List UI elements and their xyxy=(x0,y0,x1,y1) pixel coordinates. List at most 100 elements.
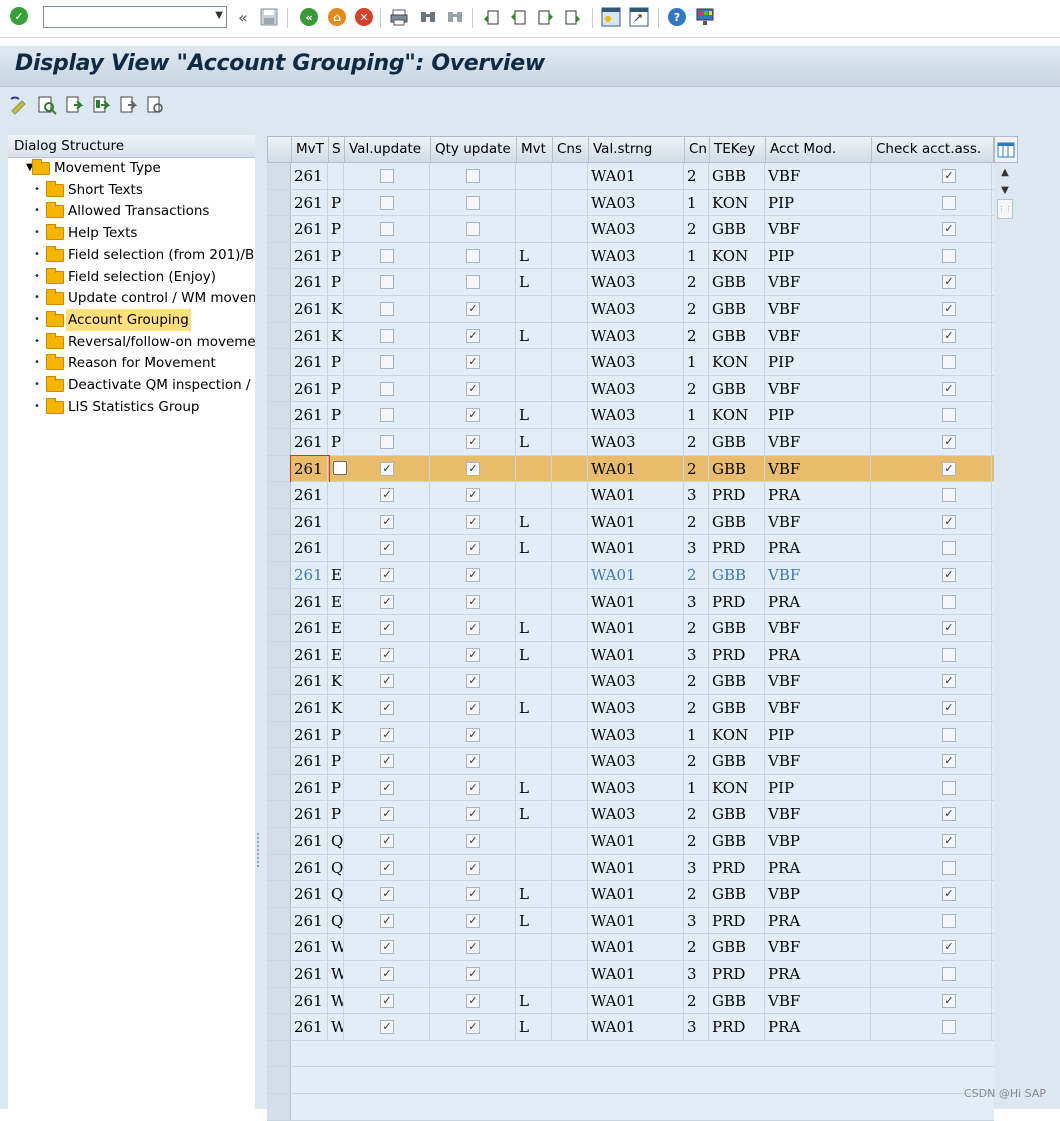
checkbox-checked[interactable]: ✓ xyxy=(466,541,480,556)
checkbox-checked[interactable]: ✓ xyxy=(466,594,480,609)
command-field[interactable]: ▼ xyxy=(43,6,227,28)
column-header[interactable]: S xyxy=(329,137,345,162)
table-row[interactable]: 261 K ✓ ✓ WA03 2 GBB VBF ✓ xyxy=(267,668,994,695)
row-selector[interactable] xyxy=(267,801,291,827)
row-selector[interactable] xyxy=(267,349,291,375)
print-icon[interactable] xyxy=(389,7,409,27)
table-row[interactable]: 261 E ✓ ✓ WA01 3 PRD PRA xyxy=(267,588,994,616)
checkbox-unchecked[interactable] xyxy=(380,381,394,396)
row-selector[interactable] xyxy=(267,615,291,641)
checkbox-checked[interactable]: ✓ xyxy=(380,701,394,715)
help-icon[interactable]: ? xyxy=(667,7,687,27)
display-change-icon[interactable] xyxy=(9,95,29,115)
checkbox-checked[interactable]: ✓ xyxy=(466,834,480,848)
checkbox-unchecked[interactable] xyxy=(380,328,394,343)
checkbox-checked[interactable]: ✓ xyxy=(466,913,480,928)
table-row[interactable]: 261 P ✓ L WA03 2 GBB VBF ✓ xyxy=(267,429,994,456)
checkbox-checked[interactable]: ✓ xyxy=(942,701,956,715)
find-next-icon[interactable] xyxy=(445,7,465,27)
checkbox-unchecked[interactable] xyxy=(380,355,394,370)
row-selector[interactable] xyxy=(267,189,291,216)
checkbox-unchecked[interactable] xyxy=(942,488,956,503)
checkbox-unchecked[interactable] xyxy=(942,967,956,981)
table-row[interactable]: 261 WA01 2 GBB VBF ✓ xyxy=(267,163,994,190)
tree-item[interactable]: • Update control / WM movem xyxy=(8,287,255,309)
row-selector[interactable] xyxy=(267,854,291,881)
checkbox-unchecked[interactable] xyxy=(380,302,394,316)
checkbox-checked[interactable]: ✓ xyxy=(466,887,480,902)
cell-mvt[interactable]: 261 xyxy=(291,455,328,482)
checkbox-checked[interactable]: ✓ xyxy=(466,993,480,1008)
checkbox-unchecked[interactable] xyxy=(466,195,480,210)
table-row[interactable]: 261 K ✓ WA03 2 GBB VBF ✓ xyxy=(267,296,994,323)
row-selector[interactable] xyxy=(267,961,291,987)
row-selector[interactable] xyxy=(267,269,291,295)
back-icon[interactable]: « xyxy=(299,7,319,27)
row-selector[interactable] xyxy=(267,1040,291,1067)
checkbox-unchecked[interactable] xyxy=(466,248,480,263)
checkbox-checked[interactable]: ✓ xyxy=(380,647,394,662)
table-row[interactable]: 261 Q ✓ ✓ WA01 2 GBB VBP ✓ xyxy=(267,828,994,855)
checkbox-checked[interactable]: ✓ xyxy=(466,674,480,689)
table-row[interactable]: 261 P ✓ L WA03 1 KON PIP xyxy=(267,402,994,429)
table-row[interactable]: 261 P ✓ ✓ WA03 1 KON PIP xyxy=(267,721,994,749)
checkbox-checked[interactable]: ✓ xyxy=(942,461,956,476)
checkbox-checked[interactable]: ✓ xyxy=(466,860,480,875)
checkbox-checked[interactable]: ✓ xyxy=(380,754,394,769)
checkbox-checked[interactable]: ✓ xyxy=(466,328,480,343)
last-page-icon[interactable] xyxy=(563,7,583,27)
tree-item[interactable]: • Deactivate QM inspection / d xyxy=(8,374,255,396)
checkbox-checked[interactable]: ✓ xyxy=(942,169,956,183)
table-row[interactable]: 261 ✓ ✓ WA01 3 PRD PRA xyxy=(267,482,994,509)
checkbox-checked[interactable]: ✓ xyxy=(942,514,956,529)
save-icon[interactable] xyxy=(259,7,279,27)
checkbox-checked[interactable]: ✓ xyxy=(942,222,956,237)
table-row[interactable]: 261W ✓ ✓ L WA012GBBVBF ✓ xyxy=(267,987,994,1015)
checkbox-checked[interactable]: ✓ xyxy=(942,381,956,396)
checkbox-checked[interactable]: ✓ xyxy=(466,780,480,795)
checkbox-checked[interactable]: ✓ xyxy=(380,913,394,928)
row-selector[interactable] xyxy=(267,774,291,801)
table-row[interactable]: 261W ✓ ✓ L WA013PRDPRA xyxy=(267,1014,994,1041)
checkbox-checked[interactable]: ✓ xyxy=(942,328,956,343)
checkbox-unchecked[interactable] xyxy=(942,860,956,875)
details-icon[interactable] xyxy=(37,95,57,115)
table-settings-icon[interactable] xyxy=(994,136,1018,163)
column-header[interactable]: Val.update xyxy=(345,137,431,162)
checkbox-checked[interactable]: ✓ xyxy=(380,621,394,636)
empty-table-row[interactable] xyxy=(267,1067,994,1094)
row-selector[interactable] xyxy=(267,748,291,774)
row-selector[interactable] xyxy=(267,163,291,189)
checkbox-checked[interactable]: ✓ xyxy=(466,514,480,529)
column-header[interactable]: Cn xyxy=(685,137,710,162)
checkbox-unchecked[interactable] xyxy=(466,275,480,290)
checkbox-checked[interactable]: ✓ xyxy=(466,488,480,503)
tree-item[interactable]: • Account Grouping xyxy=(8,308,255,331)
checkbox-unchecked[interactable] xyxy=(942,408,956,423)
checkbox-checked[interactable]: ✓ xyxy=(380,860,394,875)
print-standard-list-icon[interactable] xyxy=(145,95,165,115)
checkbox-checked[interactable]: ✓ xyxy=(466,435,480,449)
row-selector[interactable] xyxy=(267,296,291,322)
table-row[interactable]: 261W ✓ ✓ WA013PRDPRA xyxy=(267,961,994,988)
checkbox-checked[interactable]: ✓ xyxy=(466,408,480,423)
checkbox-unchecked[interactable] xyxy=(380,248,394,263)
collapse-command-field-icon[interactable]: « xyxy=(233,7,253,27)
checkbox-checked[interactable]: ✓ xyxy=(942,435,956,449)
table-row[interactable]: 261 E ✓ ✓ L WA01 3 PRD PRA xyxy=(267,641,994,669)
enter-icon[interactable]: ✓ xyxy=(10,7,28,25)
column-header[interactable]: MvT xyxy=(292,137,329,162)
checkbox-checked[interactable]: ✓ xyxy=(466,967,480,981)
table-row[interactable]: 261 Q ✓ ✓ L WA01 2 GBB VBP ✓ xyxy=(267,881,994,908)
checkbox-checked[interactable]: ✓ xyxy=(942,887,956,902)
select-block-icon[interactable] xyxy=(91,95,111,115)
row-selector[interactable] xyxy=(267,721,291,748)
previous-page-icon[interactable] xyxy=(508,7,528,27)
checkbox-unchecked[interactable] xyxy=(942,195,956,210)
checkbox-checked[interactable]: ✓ xyxy=(380,993,394,1008)
first-page-icon[interactable] xyxy=(481,7,501,27)
tree-item[interactable]: • Short Texts xyxy=(8,179,255,201)
table-row[interactable]: 261 P ✓ WA03 1 KON PIP xyxy=(267,349,994,376)
empty-table-row[interactable] xyxy=(267,1094,994,1121)
table-row[interactable]: 261 Q ✓ ✓ L WA01 3 PRD PRA xyxy=(267,907,994,935)
